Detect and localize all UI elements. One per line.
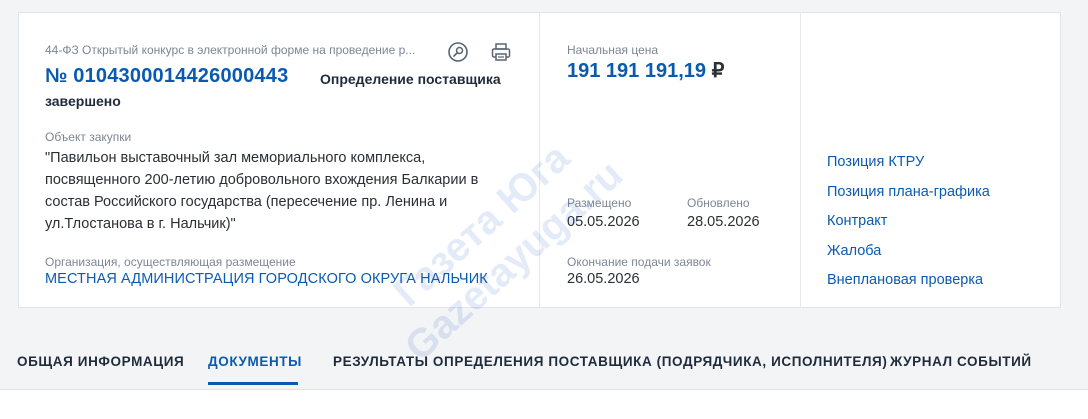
object-description: "Павильон выставочный зал мемориального … [45, 150, 479, 232]
tab-general-info[interactable]: ОБЩАЯ ИНФОРМАЦИЯ [17, 354, 184, 369]
organization-link[interactable]: МЕСТНАЯ АДМИНИСТРАЦИЯ ГОРОДСКОГО ОКРУГА … [45, 271, 488, 287]
updated-date: 28.05.2026 [687, 214, 760, 230]
column-divider [539, 13, 540, 307]
status-text-continued: завершено [45, 93, 121, 109]
purchase-card: 44-ФЗ Открытый конкурс в электронной фор… [18, 12, 1061, 308]
procurement-type: 44-ФЗ Открытый конкурс в электронной фор… [45, 43, 416, 57]
tab-documents[interactable]: ДОКУМЕНТЫ [208, 354, 302, 369]
placed-date: 05.05.2026 [567, 214, 640, 230]
link-ktru-position[interactable]: Позиция КТРУ [827, 154, 924, 170]
active-tab-indicator [208, 382, 298, 385]
divider [0, 389, 1088, 390]
tab-bar: ОБЩАЯ ИНФОРМАЦИЯ ДОКУМЕНТЫ РЕЗУЛЬТАТЫ ОП… [0, 340, 1088, 386]
link-contract[interactable]: Контракт [827, 213, 887, 229]
status-text: Определение поставщика [320, 71, 501, 87]
price-value: 191 191 191,19 ₽ [567, 58, 724, 83]
deadline-date: 26.05.2026 [567, 271, 640, 287]
link-unscheduled-inspection[interactable]: Внеплановая проверка [827, 272, 983, 288]
column-divider [800, 13, 801, 307]
price-amount: 191 191 191,19 [567, 60, 707, 82]
tab-supplier-results[interactable]: РЕЗУЛЬТАТЫ ОПРЕДЕЛЕНИЯ ПОСТАВЩИКА (ПОДРЯ… [333, 354, 887, 369]
purchase-number-link[interactable]: № 0104300014426000443 [45, 65, 288, 88]
object-label: Объект закупки [45, 130, 132, 144]
placed-label: Размещено [567, 196, 632, 210]
tab-event-log[interactable]: ЖУРНАЛ СОБЫТИЙ [890, 354, 1032, 369]
deadline-label: Окончание подачи заявок [567, 255, 711, 269]
link-complaint[interactable]: Жалоба [827, 243, 881, 259]
organization-label: Организация, осуществляющая размещение [45, 255, 296, 269]
updated-label: Обновлено [687, 196, 750, 210]
print-icon[interactable] [489, 40, 513, 64]
currency-symbol: ₽ [711, 60, 725, 82]
price-label: Начальная цена [567, 43, 659, 57]
search-icon[interactable] [446, 40, 470, 64]
link-schedule-plan-position[interactable]: Позиция плана-графика [827, 184, 990, 200]
